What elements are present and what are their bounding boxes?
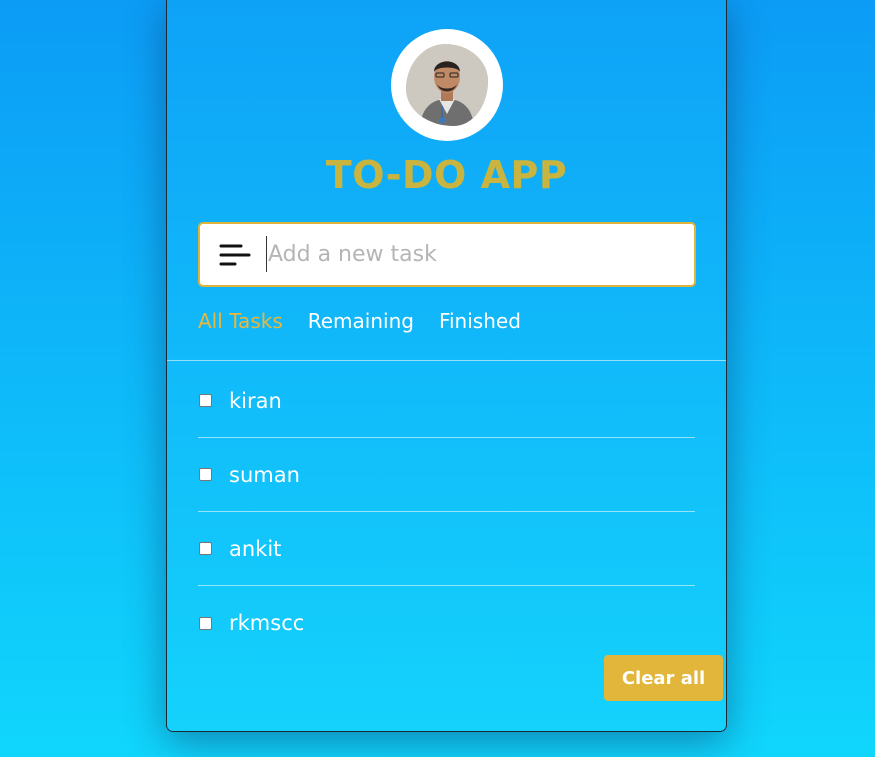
tab-remaining[interactable]: Remaining [308, 309, 414, 339]
task-checkbox[interactable] [199, 616, 212, 630]
avatar [391, 29, 503, 141]
page-title: TO-DO APP [325, 153, 568, 197]
filter-tabs: All Tasks Remaining Finished [198, 309, 521, 339]
task-label: rkmscc [229, 611, 305, 635]
tab-finished[interactable]: Finished [439, 309, 521, 339]
task-checkbox[interactable] [199, 542, 212, 555]
task-item: kiran [198, 364, 695, 438]
user-avatar-icon [406, 44, 488, 126]
avatar-photo [406, 44, 488, 126]
task-input-wrapper [198, 222, 696, 287]
task-label: kiran [229, 388, 282, 413]
task-item: suman [198, 438, 695, 512]
task-label: suman [229, 462, 300, 487]
section-divider [167, 360, 726, 361]
clear-all-button[interactable]: Clear all [604, 655, 723, 701]
new-task-input[interactable] [266, 236, 678, 272]
task-item: rkmscc [198, 586, 695, 660]
todo-card: TO-DO APP All Tasks Remaining Finished k… [166, 0, 727, 732]
task-label: ankit [229, 536, 282, 561]
tab-all-tasks[interactable]: All Tasks [198, 309, 283, 339]
task-item: ankit [198, 512, 695, 586]
task-list: kiran suman ankit rkmscc [198, 364, 695, 660]
task-checkbox[interactable] [199, 394, 212, 407]
menu-lines-icon[interactable] [219, 242, 251, 268]
task-checkbox[interactable] [199, 468, 212, 481]
